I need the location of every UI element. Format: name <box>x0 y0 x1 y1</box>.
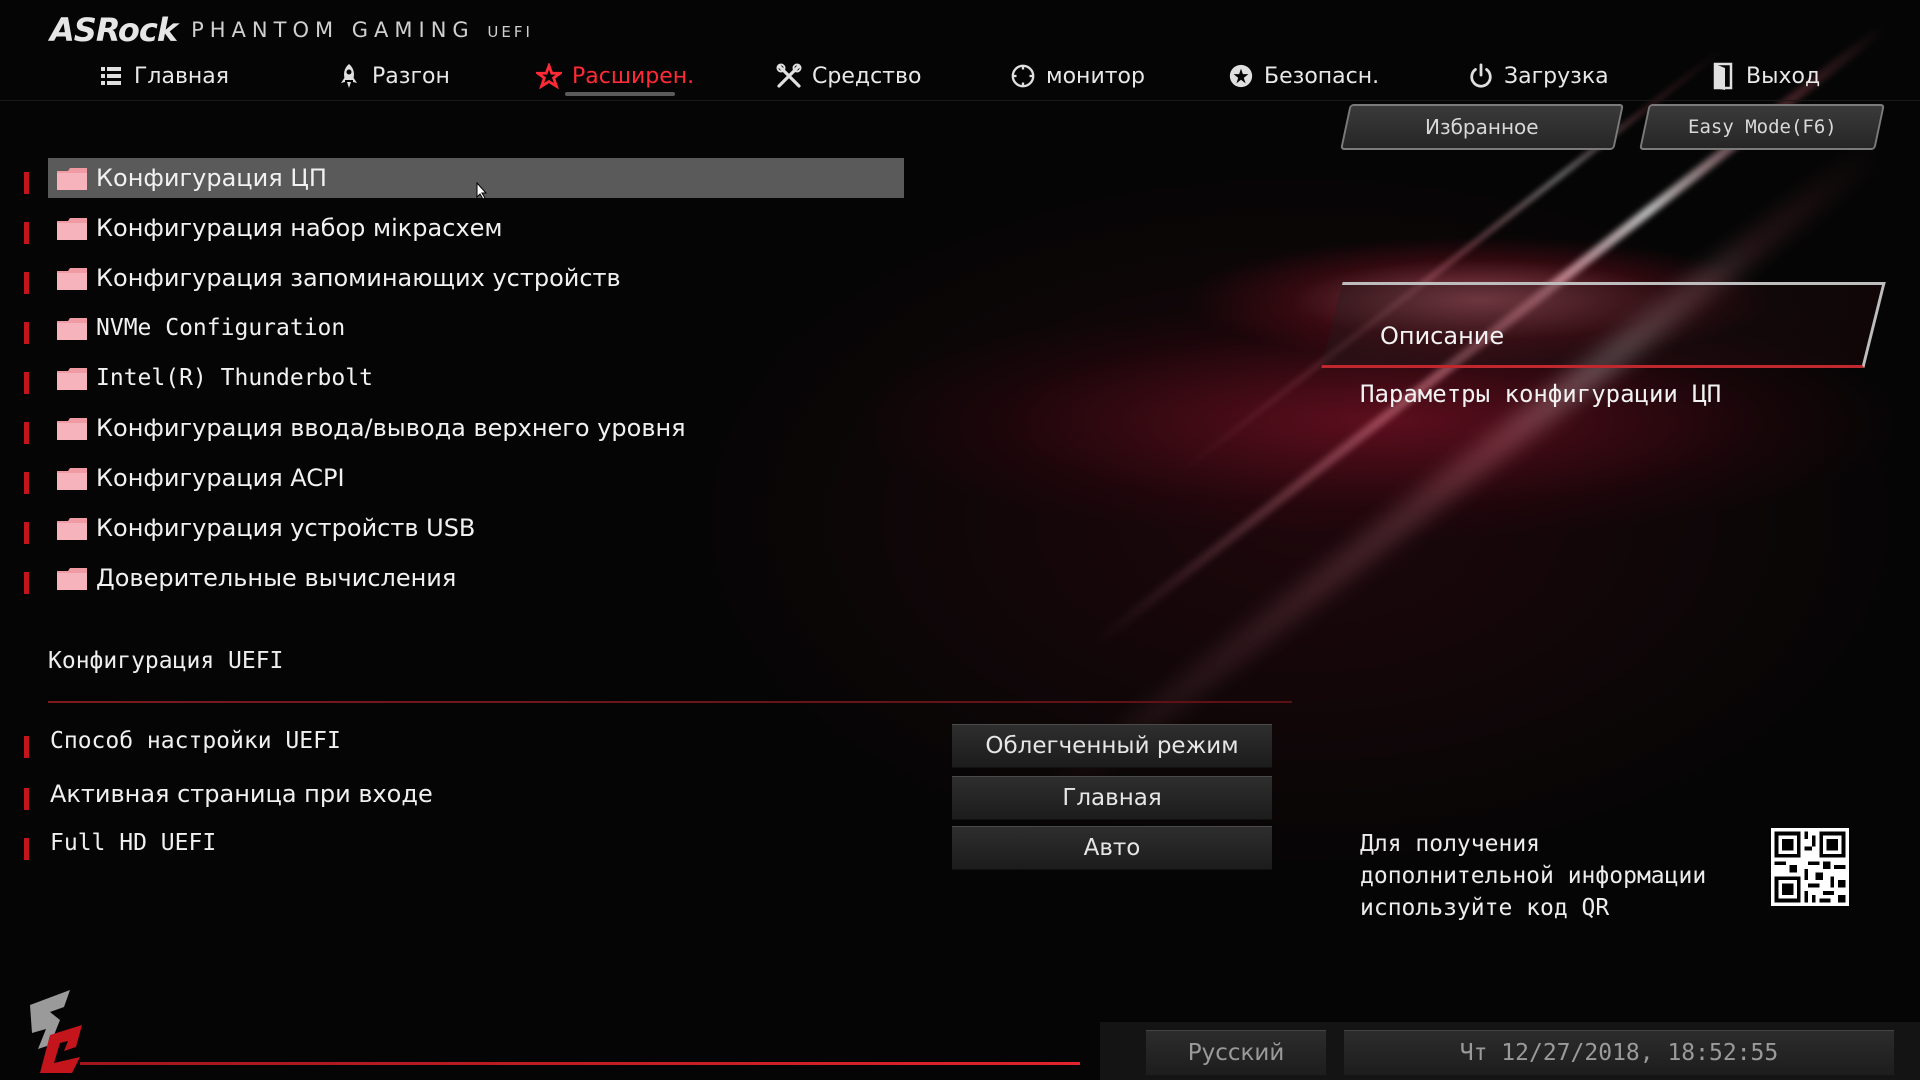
option-label: Full HD UEFI <box>50 830 217 856</box>
easy-mode-button[interactable]: Easy Mode(F6) <box>1639 104 1885 150</box>
tab-label: Средство <box>812 63 922 89</box>
option-label: Активная страница при входе <box>50 780 433 808</box>
active-tab-indicator <box>565 92 675 96</box>
menu-item-label: Конфигурация набор мікрасхем <box>96 214 503 242</box>
description-title: Описание <box>1380 322 1505 350</box>
menu-item-label: NVMe Configuration <box>96 315 346 341</box>
folder-icon <box>57 418 87 440</box>
item-marker <box>24 372 29 394</box>
item-marker <box>24 736 29 758</box>
asrock-logo: ASRock <box>50 11 178 49</box>
folder-icon <box>57 318 87 340</box>
menu-item-thunderbolt[interactable]: Intel(R) Thunderbolt <box>0 358 920 408</box>
qr-text-line: дополнительной информации <box>1360 863 1707 889</box>
rocket-icon <box>336 63 362 89</box>
advanced-menu-list: Конфигурация ЦП Конфигурация набор мікра… <box>0 158 920 608</box>
easy-mode-label: Easy Mode(F6) <box>1687 116 1837 138</box>
tab-boot[interactable]: Загрузка <box>1468 56 1609 96</box>
menu-item-storage-configuration[interactable]: Конфигурация запоминающих устройств <box>0 258 920 308</box>
uefi-setup-style-select[interactable]: Облегченный режим <box>952 724 1272 768</box>
menu-item-label: Конфигурация ЦП <box>96 164 327 192</box>
favorites-label: Избранное <box>1425 115 1539 139</box>
tab-label: Безопасн. <box>1264 63 1380 89</box>
folder-icon <box>57 268 87 290</box>
brand-header: ASRock PHANTOM GAMING UEFI <box>50 10 533 50</box>
menu-item-usb-configuration[interactable]: Конфигурация устройств USB <box>0 508 920 558</box>
menu-item-nvme-configuration[interactable]: NVMe Configuration <box>0 308 920 358</box>
tab-exit[interactable]: Выход <box>1710 56 1820 96</box>
folder-icon <box>57 518 87 540</box>
tab-monitor[interactable]: монитор <box>1010 56 1145 96</box>
nav-divider <box>0 100 1920 101</box>
favorites-button[interactable]: Избранное <box>1340 104 1624 150</box>
option-label: Способ настройки UEFI <box>50 728 341 754</box>
tab-label: Главная <box>134 63 230 89</box>
folder-icon <box>57 168 87 190</box>
menu-item-label: Конфигурация запоминающих устройств <box>96 264 621 292</box>
folder-icon <box>57 218 87 240</box>
folder-icon <box>57 468 87 490</box>
item-marker <box>24 838 29 860</box>
top-navigation: Главная Разгон Расширен. Средство монито… <box>0 56 1920 96</box>
menu-item-acpi-configuration[interactable]: Конфигурация ACPI <box>0 458 920 508</box>
date-time-display: Чт 12/27/2018, 18:52:55 <box>1344 1030 1894 1075</box>
shield-icon <box>1228 63 1254 89</box>
item-marker <box>24 522 29 544</box>
tab-label: Расширен. <box>572 63 695 89</box>
folder-icon <box>57 368 87 390</box>
item-marker <box>24 422 29 444</box>
footer-accent-line <box>80 1062 1080 1065</box>
menu-item-super-io-configuration[interactable]: Конфигурация ввода/вывода верхнего уровн… <box>0 408 920 458</box>
menu-item-label: Конфигурация ввода/вывода верхнего уровн… <box>96 414 686 442</box>
tab-label: монитор <box>1046 63 1145 89</box>
option-active-page-on-entry: Активная страница при входе Главная <box>0 776 1300 822</box>
tab-tools[interactable]: Средство <box>776 56 921 96</box>
gauge-icon <box>1010 63 1036 89</box>
menu-item-trusted-computing[interactable]: Доверительные вычисления <box>0 558 920 608</box>
item-marker <box>24 222 29 244</box>
menu-item-label: Доверительные вычисления <box>96 564 457 592</box>
language-button[interactable]: Русский <box>1146 1030 1326 1075</box>
qr-text-line: Для получения <box>1360 831 1541 857</box>
list-icon <box>98 63 124 89</box>
exit-door-icon <box>1710 62 1736 90</box>
option-full-hd-uefi: Full HD UEFI Авто <box>0 826 1300 872</box>
tab-security[interactable]: Безопасн. <box>1228 56 1379 96</box>
power-icon <box>1468 63 1494 89</box>
item-marker <box>24 472 29 494</box>
item-marker <box>24 272 29 294</box>
full-hd-uefi-select[interactable]: Авто <box>952 826 1272 870</box>
item-marker <box>24 322 29 344</box>
qr-text-line: используйте код QR <box>1360 895 1610 921</box>
tab-main[interactable]: Главная <box>98 56 229 96</box>
menu-item-label: Intel(R) Thunderbolt <box>96 365 373 391</box>
star-icon <box>536 63 562 89</box>
tools-icon <box>776 63 802 89</box>
tab-label: Загрузка <box>1504 63 1609 89</box>
menu-item-cpu-configuration[interactable]: Конфигурация ЦП <box>0 158 920 208</box>
uefi-section-title: Конфигурация UEFI <box>48 648 284 674</box>
tab-label: Разгон <box>372 63 450 89</box>
section-divider <box>48 701 1292 703</box>
mouse-cursor-icon <box>476 182 488 200</box>
tab-label: Выход <box>1746 63 1821 89</box>
item-marker <box>24 172 29 194</box>
folder-icon <box>57 568 87 590</box>
tab-advanced[interactable]: Расширен. <box>536 56 694 96</box>
menu-item-label: Конфигурация устройств USB <box>96 514 476 542</box>
option-uefi-setup-style: Способ настройки UEFI Облегченный режим <box>0 724 1300 770</box>
qr-info-text: Для получения дополнительной информации … <box>1360 828 1760 924</box>
menu-item-chipset-configuration[interactable]: Конфигурация набор мікрасхем <box>0 208 920 258</box>
tab-overclock[interactable]: Разгон <box>336 56 450 96</box>
active-page-select[interactable]: Главная <box>952 776 1272 820</box>
qr-code-icon[interactable] <box>1771 828 1849 906</box>
description-text: Параметры конфигурации ЦП <box>1360 380 1722 408</box>
menu-item-label: Конфигурация ACPI <box>96 464 345 492</box>
item-marker <box>24 788 29 810</box>
product-name: PHANTOM GAMING UEFI <box>191 18 533 42</box>
item-marker <box>24 572 29 594</box>
